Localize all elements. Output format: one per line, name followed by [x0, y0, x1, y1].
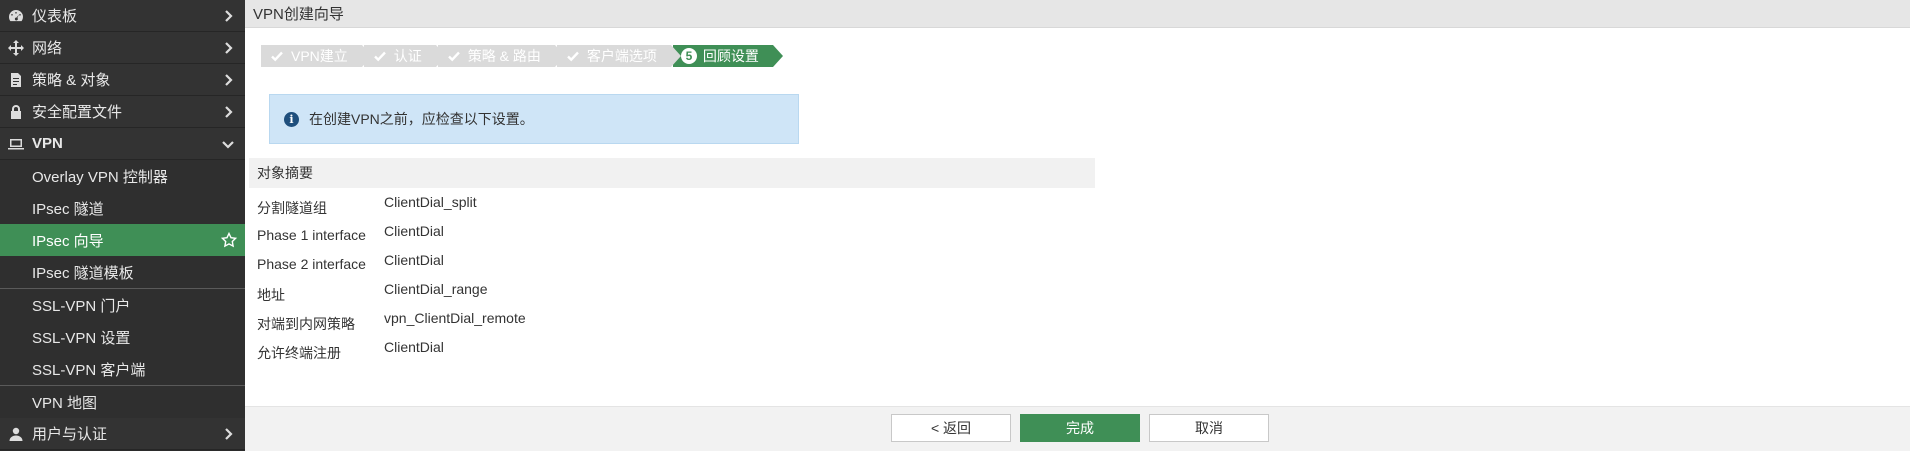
sidebar-item-label: 安全配置文件	[32, 104, 123, 121]
summary-title: 对象摘要	[257, 165, 313, 181]
wizard-step-policy-routing[interactable]: 策略 & 路由	[437, 45, 566, 67]
sidebar-item-user-auth[interactable]: 用户与认证	[0, 418, 245, 450]
main-content: VPN创建向导 VPN建立 认证 策略 & 路由 客户端选项 5 回顾设置 i …	[245, 0, 1910, 451]
chevron-right-icon	[221, 41, 235, 55]
sidebar-item-label: 仪表板	[32, 8, 78, 25]
star-icon[interactable]	[220, 231, 238, 248]
laptop-icon	[8, 136, 24, 152]
page-title: VPN创建向导	[253, 6, 344, 23]
sidebar-item-ipsec-tunnels[interactable]: IPsec 隧道	[0, 192, 245, 224]
sidebar-item-label: SSL-VPN 客户端	[32, 361, 146, 379]
sidebar-item-label: SSL-VPN 设置	[32, 329, 131, 347]
chevron-down-icon	[221, 137, 235, 151]
user-icon	[8, 426, 24, 442]
chevron-right-icon	[221, 427, 235, 441]
dashboard-icon	[8, 8, 24, 24]
sidebar-item-label: IPsec 向导	[32, 232, 104, 250]
cancel-button[interactable]: 取消	[1149, 414, 1269, 442]
sidebar-item-ipsec-wizard[interactable]: IPsec 向导	[0, 224, 245, 256]
summary-header: 对象摘要	[249, 158, 1095, 188]
sidebar: 仪表板 网络 策略 & 对象 安全配置文件 VPN Overlay VPN 控制…	[0, 0, 245, 451]
summary-value: ClientDial_split	[384, 194, 477, 210]
chevron-right-icon	[221, 9, 235, 23]
sidebar-item-dashboard[interactable]: 仪表板	[0, 0, 245, 32]
wizard-step-vpn-setup[interactable]: VPN建立	[261, 45, 372, 67]
step-label: 客户端选项	[586, 48, 657, 64]
summary-row: Phase 2 interface ClientDial	[257, 252, 526, 281]
sidebar-item-label: VPN	[32, 135, 63, 152]
lock-icon	[8, 104, 24, 120]
check-icon	[269, 48, 285, 64]
step-label: VPN建立	[291, 48, 348, 64]
summary-key: Phase 2 interface	[257, 256, 366, 272]
summary-row: 地址 ClientDial_range	[257, 281, 526, 310]
summary-row: 分割隧道组 ClientDial_split	[257, 194, 526, 223]
step-label: 认证	[393, 48, 422, 64]
summary-row: 允许终端注册 ClientDial	[257, 339, 526, 368]
policy-icon	[8, 72, 24, 88]
summary-value: vpn_ClientDial_remote	[384, 310, 526, 326]
wizard-step-auth[interactable]: 认证	[363, 45, 446, 67]
check-icon	[565, 48, 581, 64]
step-number-badge: 5	[680, 48, 697, 64]
summary-key: 地址	[257, 287, 285, 303]
summary-value: ClientDial	[384, 252, 444, 268]
wizard-step-review[interactable]: 5 回顾设置	[672, 45, 783, 67]
sidebar-item-label: SSL-VPN 门户	[32, 297, 131, 315]
sidebar-item-policy[interactable]: 策略 & 对象	[0, 64, 245, 96]
page-title-bar: VPN创建向导	[245, 0, 1910, 28]
finish-button[interactable]: 完成	[1020, 414, 1140, 442]
step-label: 回顾设置	[702, 48, 759, 64]
summary-key: Phase 1 interface	[257, 227, 366, 243]
chevron-right-icon	[221, 73, 235, 87]
sidebar-item-ssl-vpn-clients[interactable]: SSL-VPN 客户端	[0, 353, 245, 385]
network-icon	[8, 39, 24, 56]
sidebar-item-label: 策略 & 对象	[32, 72, 111, 89]
summary-value: ClientDial	[384, 339, 444, 355]
info-message: i 在创建VPN之前，应检查以下设置。	[269, 94, 799, 144]
sidebar-item-overlay-vpn[interactable]: Overlay VPN 控制器	[0, 160, 245, 192]
sidebar-item-label: 网络	[32, 40, 63, 57]
check-icon	[446, 48, 462, 64]
summary-list: 分割隧道组 ClientDial_split Phase 1 interface…	[257, 194, 526, 368]
summary-key: 允许终端注册	[257, 345, 341, 361]
sidebar-item-label: 用户与认证	[32, 426, 108, 443]
sidebar-item-label: IPsec 隧道	[32, 200, 104, 218]
summary-row: 对端到内网策略 vpn_ClientDial_remote	[257, 310, 526, 339]
sidebar-item-label: VPN 地图	[32, 394, 98, 412]
info-text: 在创建VPN之前，应检查以下设置。	[309, 111, 534, 127]
sidebar-item-label: IPsec 隧道模板	[32, 264, 134, 282]
summary-value: ClientDial	[384, 223, 444, 239]
step-label: 策略 & 路由	[467, 48, 541, 64]
sidebar-item-vpn-map[interactable]: VPN 地图	[0, 386, 245, 418]
check-icon	[372, 48, 388, 64]
sidebar-item-ipsec-templates[interactable]: IPsec 隧道模板	[0, 256, 245, 288]
sidebar-item-vpn[interactable]: VPN	[0, 128, 245, 160]
sidebar-item-ssl-vpn-settings[interactable]: SSL-VPN 设置	[0, 321, 245, 353]
summary-value: ClientDial_range	[384, 281, 488, 297]
summary-key: 分割隧道组	[257, 200, 327, 216]
footer-bar: < 返回 完成 取消	[245, 406, 1910, 451]
back-button[interactable]: < 返回	[891, 414, 1011, 442]
wizard-step-client-options[interactable]: 客户端选项	[556, 45, 681, 67]
sidebar-item-label: Overlay VPN 控制器	[32, 168, 168, 186]
info-icon: i	[284, 111, 299, 127]
summary-row: Phase 1 interface ClientDial	[257, 223, 526, 252]
summary-key: 对端到内网策略	[257, 316, 355, 332]
wizard-steps: VPN建立 认证 策略 & 路由 客户端选项 5 回顾设置	[261, 45, 783, 67]
chevron-right-icon	[221, 105, 235, 119]
sidebar-item-security-profiles[interactable]: 安全配置文件	[0, 96, 245, 128]
sidebar-item-ssl-vpn-portals[interactable]: SSL-VPN 门户	[0, 289, 245, 321]
sidebar-item-network[interactable]: 网络	[0, 32, 245, 64]
